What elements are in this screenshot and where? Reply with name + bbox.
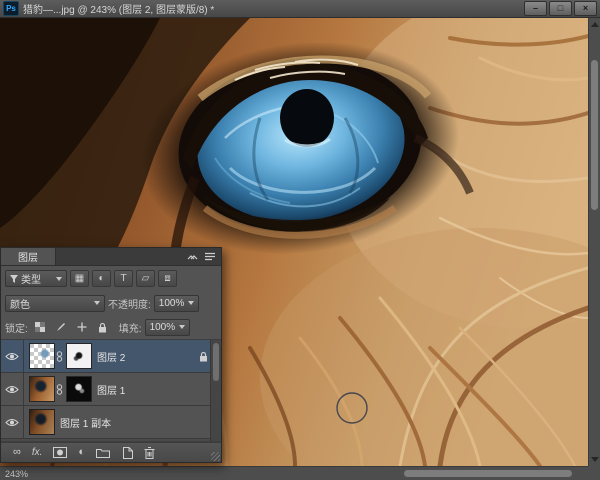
blend-mode-value: 颜色 <box>10 296 30 311</box>
fill-dropdown[interactable]: 100% <box>145 319 190 336</box>
layer-name[interactable]: 图层 1 <box>97 382 125 397</box>
vertical-scroll-thumb[interactable] <box>591 60 598 210</box>
photoshop-app-icon: Ps <box>3 1 19 16</box>
lock-label: 锁定: <box>5 320 28 335</box>
title-bar: Ps 猎豹—...jpg @ 243% (图层 2, 图层蒙版/8) * – □… <box>0 0 600 18</box>
lock-transparent-pixels-icon[interactable] <box>31 319 49 336</box>
opacity-dropdown[interactable]: 100% <box>154 295 199 312</box>
scrollbar-corner <box>588 466 600 480</box>
scroll-down-icon[interactable] <box>591 457 599 462</box>
new-adjustment-layer-icon[interactable]: ◐ <box>78 447 85 458</box>
layer-thumbnail[interactable] <box>29 343 55 369</box>
lock-all-icon[interactable] <box>94 319 112 336</box>
close-button[interactable]: × <box>574 1 597 16</box>
filter-kind-dropdown[interactable]: 类型 <box>5 270 67 287</box>
new-group-icon[interactable] <box>96 447 110 458</box>
collapse-panel-icon[interactable] <box>186 253 198 261</box>
layer-mask-thumbnail[interactable] <box>66 376 92 402</box>
document-title: 猎豹—...jpg @ 243% (图层 2, 图层蒙版/8) * <box>23 1 214 16</box>
minimize-button[interactable]: – <box>524 1 547 16</box>
zoom-level[interactable]: 243% <box>5 469 28 479</box>
eye-icon <box>5 385 19 394</box>
layers-panel-footer: ∞ fx. ◐ <box>1 442 221 462</box>
opacity-label: 不透明度: <box>108 296 151 311</box>
scroll-up-icon[interactable] <box>591 22 599 27</box>
new-layer-icon[interactable] <box>121 447 133 459</box>
vertical-scrollbar[interactable] <box>588 18 600 466</box>
layer-thumbnail[interactable] <box>29 409 55 435</box>
layer-list-scrollbar[interactable] <box>210 340 221 441</box>
layer-name[interactable]: 图层 1 副本 <box>60 415 111 430</box>
filter-pixel-layers-icon[interactable]: ▦ <box>70 270 89 287</box>
delete-layer-icon[interactable] <box>144 447 155 459</box>
layer-row-layer-2[interactable]: 图层 2 <box>1 340 221 373</box>
status-bar: 243% <box>0 466 600 480</box>
lock-row: 锁定: 填充: 100% <box>1 315 221 339</box>
mask-link-icon[interactable] <box>55 384 64 395</box>
layer-row-layer-1[interactable]: 图层 1 <box>1 373 221 406</box>
add-layer-mask-icon[interactable] <box>53 447 67 458</box>
link-layers-icon[interactable]: ∞ <box>13 447 21 458</box>
layer-thumbnail[interactable] <box>29 376 55 402</box>
eye-icon <box>5 352 19 361</box>
layer-lock-icon <box>199 351 208 362</box>
layer-list-scroll-thumb[interactable] <box>213 343 219 381</box>
layer-mask-thumbnail[interactable] <box>66 343 92 369</box>
layer-filter-row: 类型 ▦ ◐ T ▱ ⧈ <box>1 266 221 291</box>
visibility-toggle[interactable] <box>1 406 24 438</box>
dropdown-caret-icon <box>56 277 62 281</box>
panel-tab-bar: 图层 <box>1 248 221 266</box>
filter-shape-layers-icon[interactable]: ▱ <box>136 270 155 287</box>
horizontal-scroll-thumb[interactable] <box>404 470 572 477</box>
filter-kind-label: 类型 <box>21 271 41 286</box>
visibility-toggle[interactable] <box>1 340 24 372</box>
filter-smart-object-icon[interactable]: ⧈ <box>158 270 177 287</box>
panel-menu-icon[interactable] <box>204 252 216 261</box>
funnel-icon <box>10 275 18 283</box>
layer-list: 图层 2 图层 1 <box>1 339 221 442</box>
dropdown-caret-icon <box>188 301 194 305</box>
mask-link-icon[interactable] <box>55 351 64 362</box>
layer-name[interactable]: 图层 2 <box>97 349 125 364</box>
opacity-value: 100% <box>159 298 185 309</box>
visibility-toggle[interactable] <box>1 373 24 405</box>
blend-mode-row: 颜色 不透明度: 100% <box>1 291 221 315</box>
eye-icon <box>5 418 19 427</box>
lock-position-icon[interactable] <box>73 319 91 336</box>
photoshop-window: Ps 猎豹—...jpg @ 243% (图层 2, 图层蒙版/8) * – □… <box>0 0 600 480</box>
layers-panel: 图层 类型 ▦ ◐ T ▱ ⧈ <box>0 247 222 463</box>
panel-resize-grip[interactable] <box>211 452 220 461</box>
layer-style-fx-icon[interactable]: fx. <box>32 448 43 458</box>
fill-label: 填充: <box>119 320 142 335</box>
tab-layers[interactable]: 图层 <box>1 248 56 265</box>
lock-image-pixels-icon[interactable] <box>52 319 70 336</box>
fill-value: 100% <box>150 322 176 333</box>
filter-adjustment-layers-icon[interactable]: ◐ <box>92 270 111 287</box>
dropdown-caret-icon <box>179 325 185 329</box>
filter-type-layers-icon[interactable]: T <box>114 270 133 287</box>
window-controls: – □ × <box>524 1 600 16</box>
blend-mode-dropdown[interactable]: 颜色 <box>5 295 105 312</box>
layer-row-layer-1-copy[interactable]: 图层 1 副本 <box>1 406 221 439</box>
dropdown-caret-icon <box>94 301 100 305</box>
maximize-button[interactable]: □ <box>549 1 572 16</box>
